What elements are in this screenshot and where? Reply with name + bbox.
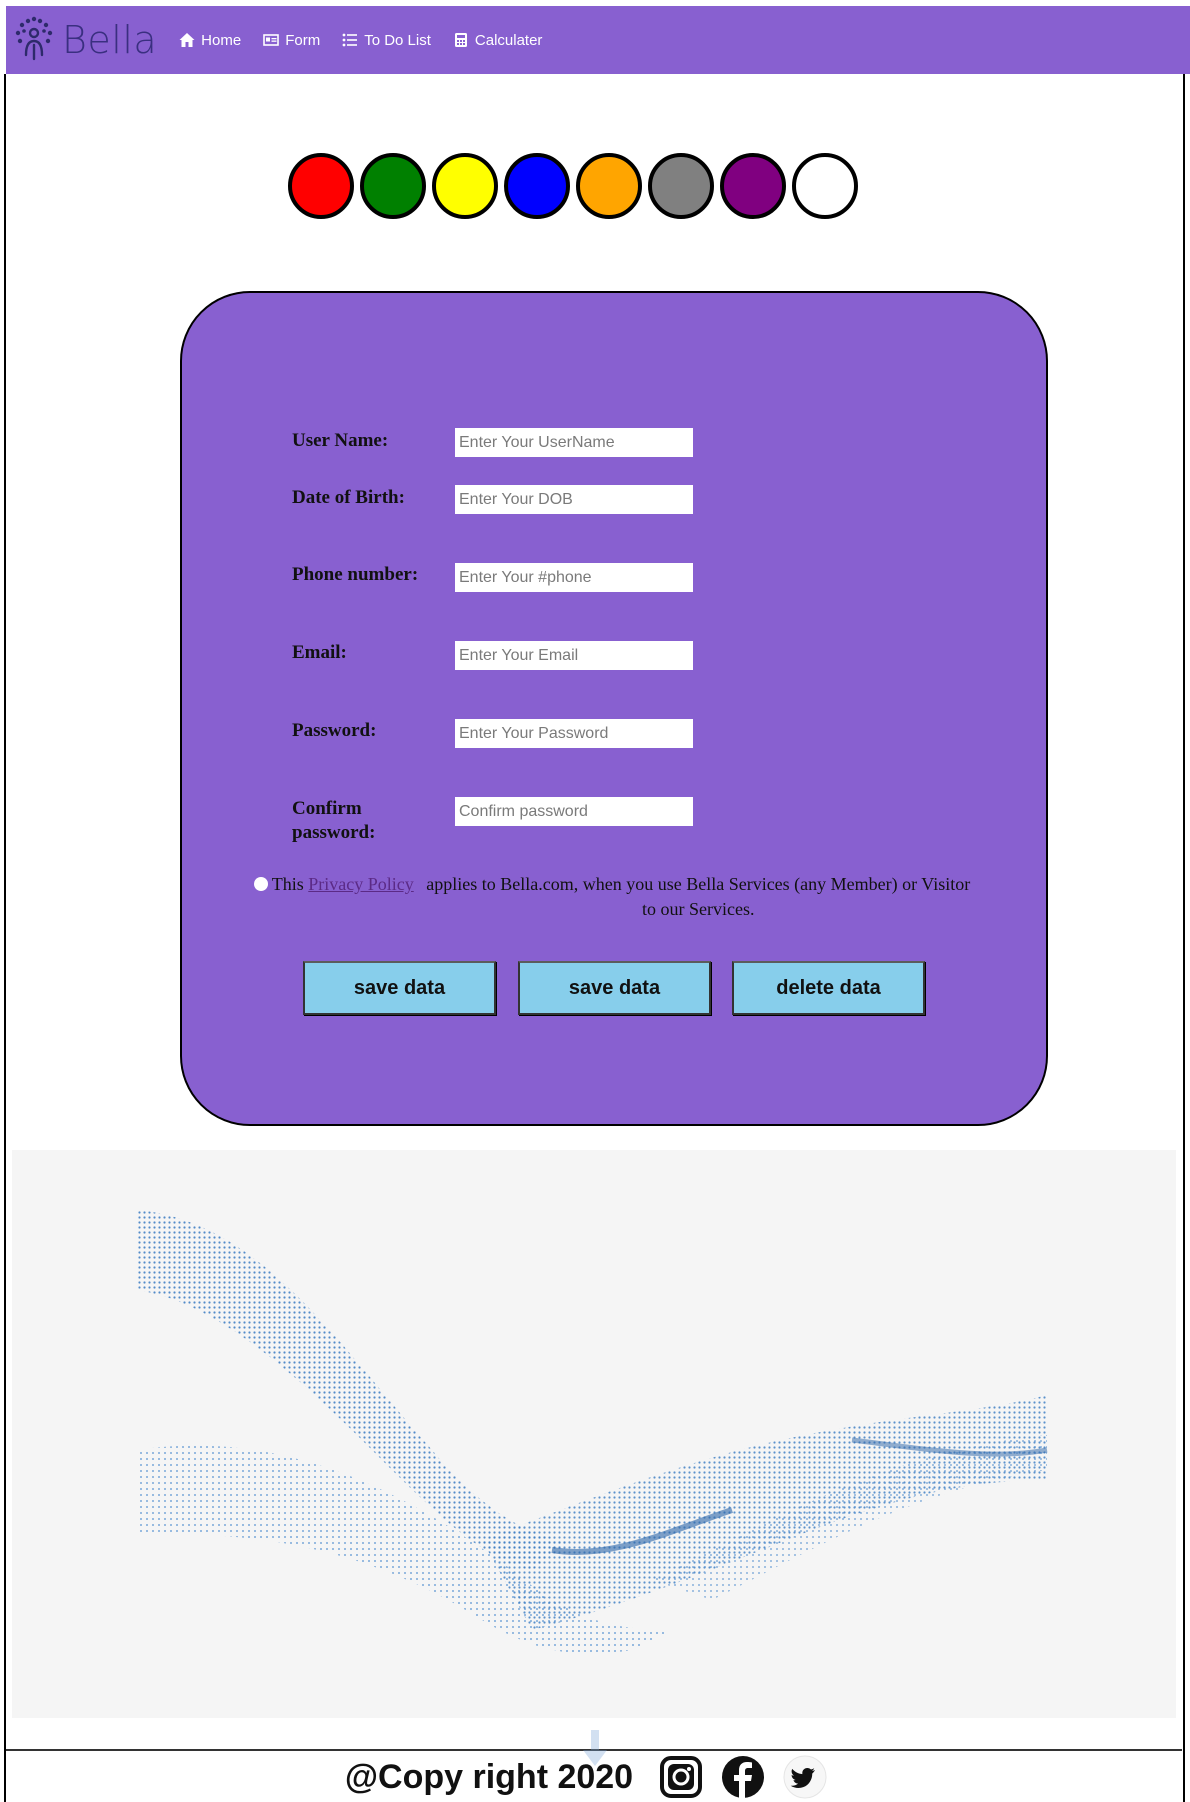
copyright-text: @Copy right 2020 (344, 1757, 634, 1796)
nav-item-home[interactable]: Home (179, 32, 241, 49)
wave-banner-image (12, 1150, 1176, 1718)
nav-item-label: Calculater (474, 31, 543, 49)
field-label: Phone number: (292, 564, 419, 585)
phone-input[interactable] (455, 563, 693, 592)
field-label: Email: (292, 642, 347, 663)
color-swatch[interactable] (792, 153, 858, 219)
brand-logo[interactable]: Bella (12, 15, 157, 65)
privacy-suffix: applies to Bella.com, when you use Bella… (426, 874, 971, 919)
delete-data-button[interactable]: delete data (732, 961, 925, 1015)
instagram-icon[interactable] (659, 1755, 703, 1799)
color-swatch[interactable] (720, 153, 786, 219)
privacy-radio[interactable] (253, 876, 268, 891)
color-swatch[interactable] (288, 153, 354, 219)
nav-item-todo[interactable]: To Do List (342, 32, 431, 49)
navbar: Bella Home Form To Do List Calculater (6, 6, 1190, 74)
nav-item-label: To Do List (364, 31, 431, 49)
privacy-notice: This Privacy Policy applies to Bella.com… (182, 872, 1050, 922)
id-card-icon (263, 34, 279, 46)
privacy-prefix: This (271, 874, 304, 894)
nav-item-label: Form (285, 31, 321, 49)
password-input[interactable] (455, 719, 693, 748)
color-swatch[interactable] (432, 153, 498, 219)
list-icon (342, 33, 358, 47)
nav-item-calculator[interactable]: Calculater (453, 31, 543, 49)
field-label: User Name: (292, 430, 389, 451)
nav-item-form[interactable]: Form (263, 32, 320, 49)
field-label: Password: (292, 720, 377, 741)
color-swatch[interactable] (648, 153, 714, 219)
people-tree-icon (15, 16, 53, 61)
username-input[interactable] (455, 428, 693, 457)
color-picker (288, 153, 864, 219)
form-card: User Name: Date of Birth: Phone number: … (180, 291, 1048, 1126)
field-label: Confirm password: (292, 798, 376, 843)
field-label: Date of Birth: (292, 487, 405, 508)
twitter-icon[interactable] (783, 1755, 827, 1799)
brand-name: Bella (62, 18, 158, 62)
confirm-password-input[interactable] (455, 797, 693, 826)
color-swatch[interactable] (576, 153, 642, 219)
dob-input[interactable] (455, 485, 693, 514)
email-input[interactable] (455, 641, 693, 670)
color-swatch[interactable] (504, 153, 570, 219)
facebook-icon[interactable] (721, 1755, 765, 1799)
home-icon (179, 33, 195, 47)
save-data-button-2[interactable]: save data (518, 961, 711, 1015)
color-swatch[interactable] (360, 153, 426, 219)
privacy-policy-link[interactable]: Privacy Policy (308, 874, 414, 894)
calculator-icon (454, 33, 467, 47)
footer: @Copy right 2020 (0, 1752, 1190, 1802)
save-data-button[interactable]: save data (303, 961, 496, 1015)
nav-item-label: Home (201, 31, 242, 49)
